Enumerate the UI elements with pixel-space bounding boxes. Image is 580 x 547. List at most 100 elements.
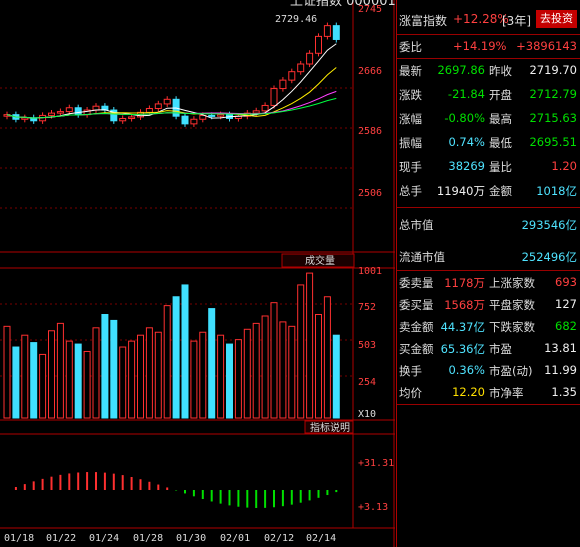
- invest-button[interactable]: 去投资: [536, 10, 577, 28]
- quote-value-1: -0.80%: [444, 111, 485, 125]
- quote-label-2: 最低: [489, 136, 512, 150]
- volume-bar: [243, 328, 251, 419]
- volume-bar: [74, 343, 82, 419]
- quote-label-1: 涨跌: [399, 88, 422, 102]
- stat-value-1: 1568万: [444, 298, 485, 312]
- quote-value-2: 2695.51: [529, 135, 577, 149]
- date-tick: 01/18: [4, 533, 34, 544]
- candle-body: [48, 112, 55, 116]
- volume-bar: [65, 340, 73, 419]
- stat-label-1: 卖金额: [399, 320, 434, 334]
- mcap-value: 293546亿: [521, 218, 577, 232]
- stat-label-2: 下跌家数: [489, 320, 535, 334]
- quote-value-2: 2712.79: [529, 87, 577, 101]
- stat-value-1: 1178万: [444, 276, 485, 290]
- candle-body: [208, 114, 216, 117]
- volume-bar: [252, 322, 260, 419]
- quote-row: 涨幅 -0.80% 最高 2715.63: [397, 108, 580, 130]
- fund-index-period: [3年]: [502, 14, 531, 28]
- volume-bar: [110, 319, 118, 419]
- quote-value-1: -21.84: [447, 87, 485, 101]
- mcap-label: 总市值: [399, 218, 434, 232]
- stat-row: 均价 12.20 市净率 1.35: [397, 382, 580, 404]
- candle-body: [306, 52, 314, 65]
- volume-bar: [190, 340, 198, 419]
- stat-value-1: 0.36%: [448, 363, 485, 377]
- quote-value-1: 2697.86: [437, 63, 485, 77]
- stat-label-1: 委买量: [399, 298, 434, 312]
- divider: [397, 207, 580, 208]
- kline-svg[interactable]: 27452666258625061001752503254X10+31.31+3…: [0, 0, 395, 547]
- candle-body: [315, 35, 322, 54]
- volume-bar: [226, 343, 233, 419]
- ma5-line: [6, 43, 337, 119]
- quote-label-1: 现手: [399, 160, 422, 174]
- candle-body: [21, 117, 29, 120]
- float-label: 流通市值: [399, 250, 445, 264]
- quote-label-1: 涨幅: [399, 112, 422, 126]
- fund-index-change: +12.28%: [453, 12, 509, 26]
- price-tick: 2586: [358, 126, 382, 137]
- high-price-marker: 2729.46: [275, 14, 317, 25]
- float-value: 252496亿: [521, 250, 577, 264]
- indicator-tick: +3.13: [358, 502, 388, 513]
- candle-body: [288, 71, 296, 81]
- stat-label-1: 均价: [399, 386, 422, 400]
- volume-bar: [92, 327, 100, 419]
- volume-bar: [119, 346, 127, 419]
- stat-value-1: 65.36亿: [440, 342, 485, 356]
- volume-tick: 503: [358, 340, 376, 351]
- volume-bar: [270, 302, 278, 419]
- date-tick: 01/30: [176, 533, 206, 544]
- volume-bar: [137, 334, 144, 419]
- quote-row: 最新 2697.86 昨收 2719.70: [397, 60, 580, 82]
- quote-row: 振幅 0.74% 最低 2695.51: [397, 132, 580, 154]
- volume-bar: [128, 340, 136, 419]
- stat-label-1: 买金额: [399, 342, 434, 356]
- webi-row: 委比 +14.19% +3896143: [397, 36, 580, 58]
- kline-chart-area[interactable]: 2745 2666 2586 2506 1001 752 503 254 X10 +31.31 +3…: [0, 0, 395, 547]
- mini-svg: [397, 407, 580, 547]
- volume-bar: [3, 325, 11, 419]
- volume-bar: [288, 325, 296, 419]
- stat-value-1: 44.37亿: [440, 320, 485, 334]
- float-row: 流通市值 252496亿: [397, 246, 580, 268]
- stat-value-2: 682: [555, 319, 577, 333]
- date-tick: 01/22: [46, 533, 76, 544]
- divider: [397, 34, 580, 35]
- volume-bar: [21, 334, 29, 419]
- stat-value-2: 127: [555, 297, 577, 311]
- quote-row: 总手 11940万 金额 1018亿: [397, 180, 580, 202]
- volume-bar: [83, 350, 91, 419]
- candle-body: [128, 116, 136, 119]
- stat-label-2: 市盈: [489, 342, 512, 356]
- volume-tick: X10: [358, 409, 376, 420]
- candle-body: [56, 111, 64, 114]
- quote-side-panel: 涨富指数 +12.28% [3年] 去投资 委比 +14.19% +389614…: [396, 0, 580, 547]
- webi-diff: +3896143: [516, 39, 577, 53]
- quote-label-2: 最高: [489, 112, 512, 126]
- volume-bar: [154, 331, 162, 419]
- divider: [397, 270, 580, 271]
- quote-value-1: 38269: [448, 159, 485, 173]
- volume-bar: [306, 272, 314, 419]
- candle-body: [74, 107, 82, 116]
- stat-row: 买金额 65.36亿 市盈 13.81: [397, 338, 580, 360]
- volume-bar: [145, 327, 153, 419]
- quote-label-2: 量比: [489, 160, 512, 174]
- volume-bar: [181, 284, 189, 419]
- stat-row: 委买量 1568万 平盘家数 127: [397, 294, 580, 316]
- fund-index-label: 涨富指数: [399, 14, 448, 28]
- indicator-tab-label: 指标说明: [310, 421, 350, 434]
- stat-label-1: 换手: [399, 364, 422, 378]
- volume-bar: [323, 296, 331, 419]
- quote-value-2: 1.20: [551, 159, 577, 173]
- volume-bar: [234, 339, 242, 419]
- volume-bar: [39, 353, 47, 419]
- intraday-mini-chart[interactable]: [397, 407, 580, 547]
- candle-body: [154, 103, 162, 110]
- stat-value-1: 12.20: [452, 385, 485, 399]
- candle-body: [145, 108, 153, 113]
- price-tick: 2666: [358, 66, 382, 77]
- volume-bar: [101, 314, 109, 419]
